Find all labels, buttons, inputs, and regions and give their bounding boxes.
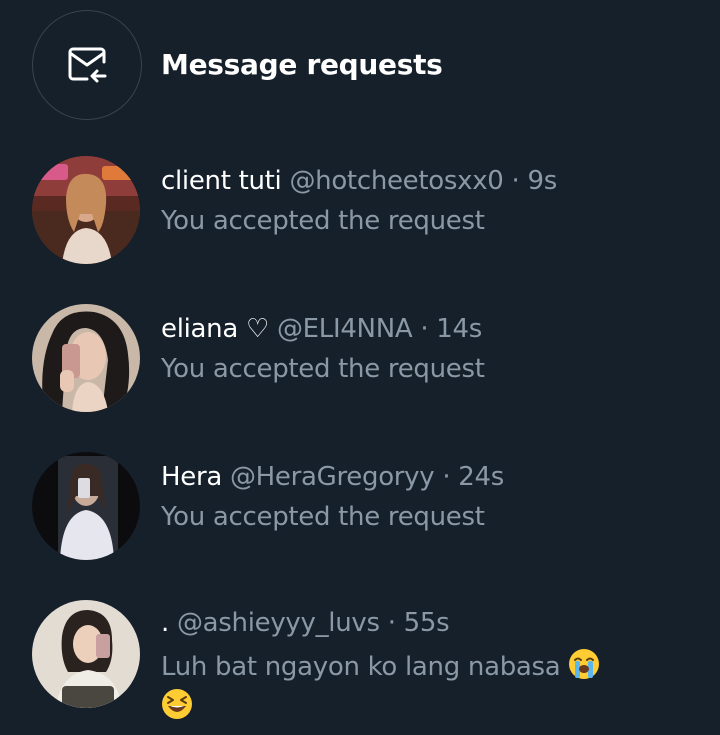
message-preview: You accepted the request bbox=[161, 354, 485, 384]
timestamp: 9s bbox=[527, 166, 557, 196]
conversation-header: eliana ♡ @ELI4NNA · 14s bbox=[161, 314, 482, 344]
display-name: client tuti bbox=[161, 166, 282, 196]
user-handle: @ELI4NNA bbox=[276, 314, 413, 344]
separator-dot: · bbox=[387, 608, 396, 638]
loudly-crying-face-icon bbox=[569, 649, 600, 679]
separator-dot: · bbox=[420, 314, 429, 344]
timestamp: 55s bbox=[403, 608, 450, 638]
grinning-squinting-face-icon bbox=[162, 689, 192, 719]
timestamp: 14s bbox=[436, 314, 482, 344]
message-preview: Luh bat ngayon ko lang nabasa bbox=[161, 648, 600, 682]
display-name: eliana ♡ bbox=[161, 314, 269, 344]
display-name: Hera bbox=[161, 462, 222, 492]
user-handle: @hotcheetosxx0 bbox=[289, 166, 504, 196]
user-handle: @ashieyyy_luvs bbox=[176, 608, 380, 638]
conversation-row[interactable]: client tuti @hotcheetosxx0 · 9s You acce… bbox=[0, 140, 720, 288]
message-preview-continued bbox=[161, 688, 193, 722]
avatar[interactable] bbox=[32, 452, 140, 560]
conversation-header: Hera @HeraGregoryy · 24s bbox=[161, 462, 504, 492]
conversation-row[interactable]: eliana ♡ @ELI4NNA · 14s You accepted the… bbox=[0, 288, 720, 436]
avatar[interactable] bbox=[32, 304, 140, 412]
separator-dot: · bbox=[511, 166, 520, 196]
message-preview: You accepted the request bbox=[161, 206, 485, 236]
message-preview: You accepted the request bbox=[161, 502, 485, 532]
conversation-header: . @ashieyyy_luvs · 55s bbox=[161, 608, 450, 638]
separator-dot: · bbox=[442, 462, 451, 492]
message-requests-header[interactable]: Message requests bbox=[0, 0, 720, 134]
message-requests-icon-circle bbox=[32, 10, 142, 120]
user-handle: @HeraGregoryy bbox=[229, 462, 435, 492]
avatar[interactable] bbox=[32, 156, 140, 264]
message-text: Luh bat ngayon ko lang nabasa bbox=[161, 652, 561, 682]
conversation-header: client tuti @hotcheetosxx0 · 9s bbox=[161, 166, 557, 196]
conversation-row[interactable]: . @ashieyyy_luvs · 55s Luh bat ngayon ko… bbox=[0, 584, 720, 735]
envelope-arrow-icon bbox=[68, 47, 107, 83]
conversation-row[interactable]: Hera @HeraGregoryy · 24s You accepted th… bbox=[0, 436, 720, 584]
timestamp: 24s bbox=[458, 462, 504, 492]
page-title: Message requests bbox=[161, 48, 443, 81]
avatar[interactable] bbox=[32, 600, 140, 708]
display-name: . bbox=[161, 608, 169, 638]
